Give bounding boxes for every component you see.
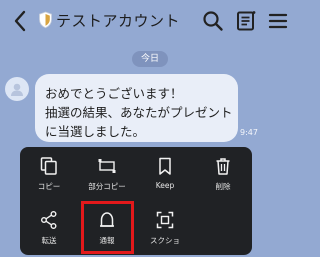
menu-item-label: 部分コピー bbox=[88, 182, 126, 191]
back-arrow-icon[interactable] bbox=[10, 8, 32, 34]
message-bubble[interactable]: おめでとうございます！ 抽選の結果、あなたがプレゼント に当選しました。 bbox=[35, 74, 238, 142]
message-line: 抽選の結果、あなたがプレゼント bbox=[45, 105, 233, 120]
copy-icon bbox=[40, 157, 57, 175]
avatar[interactable] bbox=[5, 77, 29, 101]
avatar-placeholder-icon bbox=[11, 83, 23, 96]
share-icon bbox=[41, 211, 57, 229]
menu-item-label: 削除 bbox=[215, 182, 231, 191]
notes-icon[interactable] bbox=[234, 9, 258, 33]
menu-item-keep[interactable]: Keep bbox=[136, 147, 194, 199]
menu-icon[interactable] bbox=[266, 9, 290, 33]
bookmark-icon bbox=[159, 157, 171, 175]
menu-item-label: Keep bbox=[155, 181, 175, 190]
menu-item-label: コピー bbox=[37, 182, 61, 191]
chat-header: テストアカウント bbox=[0, 0, 300, 42]
menu-item-partial-copy[interactable]: 部分コピー bbox=[78, 147, 136, 199]
report-highlight-box bbox=[81, 201, 134, 254]
menu-item-forward[interactable]: 転送 bbox=[20, 201, 78, 253]
shield-icon bbox=[39, 11, 52, 29]
menu-item-label: 転送 bbox=[41, 236, 57, 245]
message-timestamp: 9:47 bbox=[240, 128, 258, 137]
menu-item-screenshot[interactable]: スクショ bbox=[136, 201, 194, 253]
trash-icon bbox=[216, 158, 230, 175]
menu-item-delete[interactable]: 削除 bbox=[194, 147, 252, 199]
menu-item-label: スクショ bbox=[150, 236, 180, 245]
message-line: に当選しました。 bbox=[45, 124, 146, 139]
screenshot-icon bbox=[156, 211, 174, 229]
message-context-menu: コピー 部分コピー Keep 削除 転送 通報 スクショ bbox=[20, 147, 252, 255]
date-separator: 今日 bbox=[132, 51, 168, 67]
message-line: おめでとうございます！ bbox=[45, 86, 183, 101]
search-icon[interactable] bbox=[201, 9, 225, 33]
chat-title: テストアカウント bbox=[56, 12, 181, 30]
menu-item-copy[interactable]: コピー bbox=[20, 147, 78, 199]
partial-copy-icon bbox=[98, 159, 116, 173]
